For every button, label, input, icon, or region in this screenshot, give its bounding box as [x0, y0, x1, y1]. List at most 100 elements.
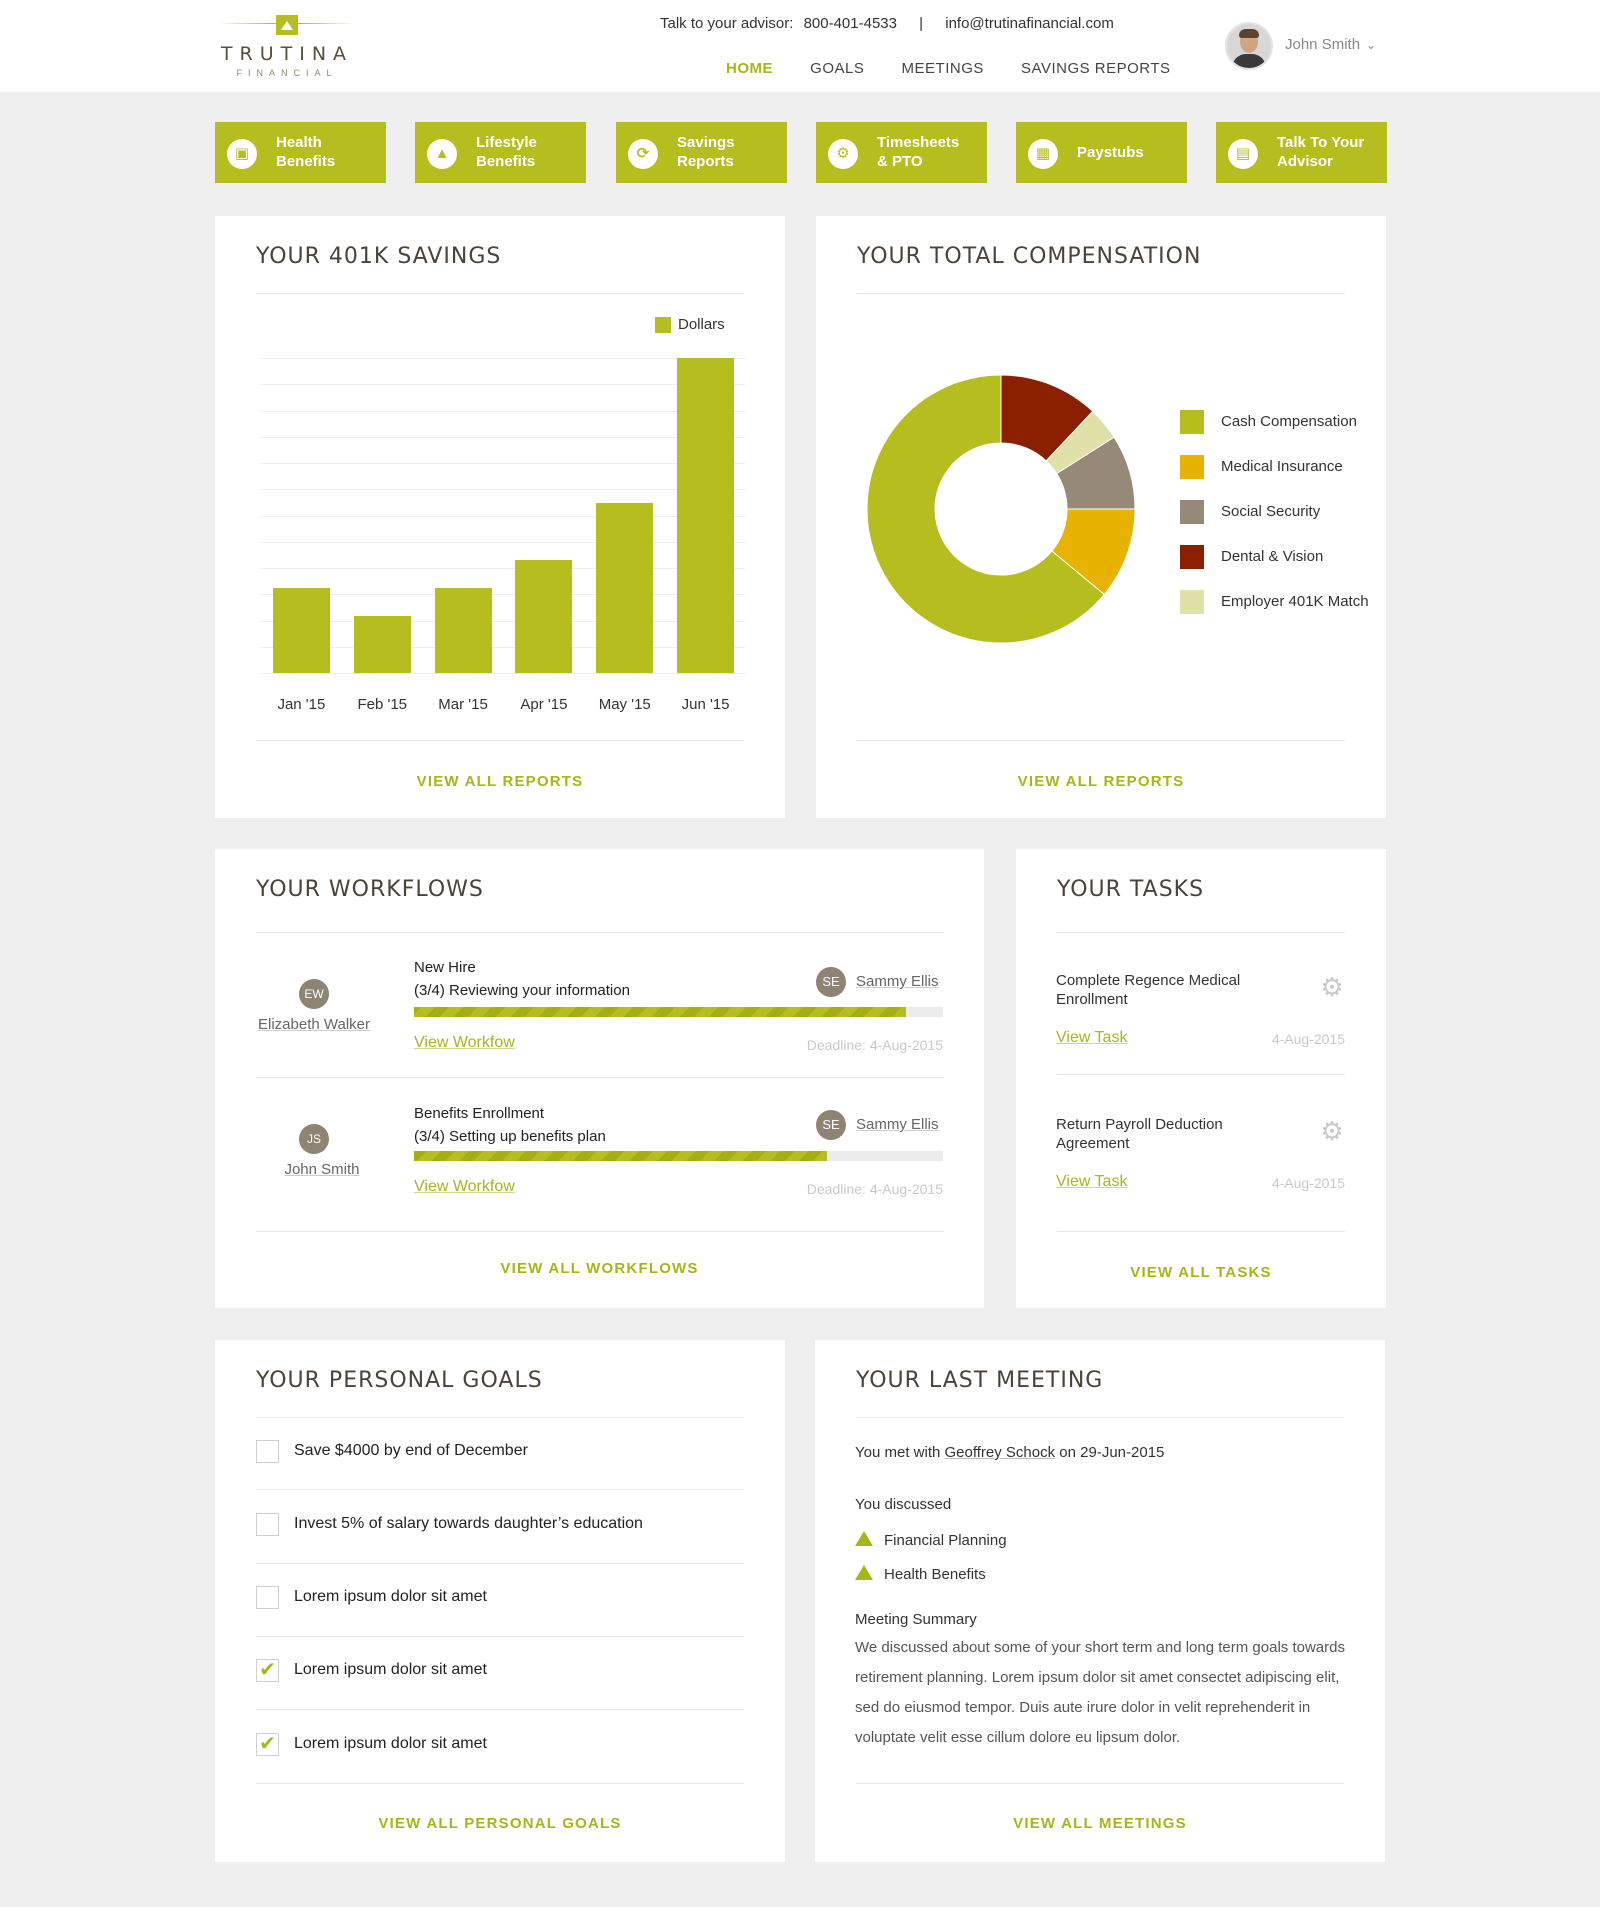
view-all-tasks-link[interactable]: VIEW ALL TASKS: [1016, 1264, 1386, 1281]
bar[interactable]: [272, 587, 330, 673]
grid-line: [260, 384, 745, 386]
nav-goals[interactable]: GOALS: [810, 60, 864, 77]
contact-separator: |: [919, 15, 924, 32]
refresh-icon: ⟳: [628, 139, 658, 169]
divider: [856, 1783, 1344, 1784]
user-name[interactable]: John Smith: [1285, 36, 1376, 53]
bar[interactable]: [596, 502, 654, 673]
progress-fill: [414, 1151, 827, 1161]
bar[interactable]: [353, 616, 411, 673]
bar[interactable]: [677, 358, 735, 673]
legend-swatch: [1180, 500, 1204, 524]
view-all-meetings-link[interactable]: VIEW ALL MEETINGS: [815, 1815, 1385, 1832]
avatar: SE: [816, 967, 846, 997]
meeting-summary: We discussed about some of your short te…: [855, 1639, 1345, 1746]
paystub-icon: ▦: [1028, 139, 1058, 169]
avatar: SE: [816, 1110, 846, 1140]
discussed-label: You discussed: [855, 1496, 952, 1513]
divider: [256, 932, 944, 933]
triangle-bullet-icon: [855, 1531, 873, 1546]
task-date: 4-Aug-2015: [1271, 1175, 1345, 1191]
view-workflow-link[interactable]: View Workfow: [414, 1034, 515, 1052]
x-tick-label: Jun '15: [681, 696, 730, 713]
divider: [1057, 1231, 1345, 1232]
legend-swatch: [1180, 455, 1204, 479]
grid-line: [260, 594, 745, 596]
nav-savings-reports[interactable]: SAVINGS REPORTS: [1021, 60, 1170, 77]
legend-swatch: [1180, 410, 1204, 434]
divider: [1057, 1074, 1345, 1075]
tasks-panel: YOUR TASKS Complete Regence Medical Enro…: [1016, 849, 1386, 1308]
grid-line: [260, 646, 745, 648]
logo-mark-icon: [276, 15, 298, 35]
quick-link-lifestyle-benefits[interactable]: ▲ Lifestyle Benefits: [415, 122, 586, 183]
gear-icon[interactable]: ⚙: [1319, 1118, 1345, 1144]
x-tick-label: Mar '15: [438, 696, 488, 713]
workflow-person[interactable]: John Smith: [252, 1161, 392, 1178]
advisor-phone[interactable]: 800-401-4533: [804, 15, 897, 32]
gear-icon[interactable]: ⚙: [1319, 974, 1345, 1000]
quick-link-talk-to-advisor[interactable]: ▤ Talk To Your Advisor: [1216, 122, 1387, 183]
legend-label: Dollars: [678, 316, 725, 333]
task-date: 4-Aug-2015: [1271, 1031, 1345, 1047]
x-tick-label: Jan '15: [277, 696, 326, 713]
workflow-deadline: Deadline: 4-Aug-2015: [806, 1037, 943, 1053]
quick-link-label: Savings Reports: [677, 134, 735, 170]
view-task-link[interactable]: View Task: [1056, 1029, 1127, 1047]
user-avatar[interactable]: [1225, 22, 1273, 70]
view-task-link[interactable]: View Task: [1056, 1173, 1127, 1191]
quick-link-timesheets[interactable]: ⚙ Timesheets & PTO: [816, 122, 987, 183]
view-all-workflows-link[interactable]: VIEW ALL WORKFLOWS: [215, 1260, 984, 1277]
goal-checkbox-checked[interactable]: ✔: [256, 1659, 279, 1682]
divider: [857, 740, 1345, 741]
panel-title: YOUR TASKS: [1057, 877, 1205, 902]
document-icon: ▤: [1228, 139, 1258, 169]
divider: [256, 1783, 744, 1784]
view-all-goals-link[interactable]: VIEW ALL PERSONAL GOALS: [215, 1815, 785, 1832]
meeting-person[interactable]: Geoffrey Schock: [945, 1444, 1056, 1461]
nav-home[interactable]: HOME: [726, 60, 773, 77]
view-workflow-link[interactable]: View Workfow: [414, 1178, 515, 1196]
workflow-step: (3/4) Setting up benefits plan: [414, 1128, 606, 1145]
nav-meetings[interactable]: MEETINGS: [902, 60, 984, 77]
quick-link-label: Talk To Your Advisor: [1277, 134, 1365, 170]
meeting-panel: YOUR LAST MEETING You met with Geoffrey …: [815, 1340, 1385, 1862]
contact-info: Talk to your advisor: 800-401-4533 | inf…: [660, 15, 1114, 32]
grid-line: [260, 463, 745, 464]
divider: [1057, 932, 1345, 933]
assignee-name[interactable]: Sammy Ellis: [856, 973, 939, 990]
quick-link-paystubs[interactable]: ▦ Paystubs: [1016, 122, 1187, 183]
compensation-panel: YOUR TOTAL COMPENSATION Cash Compensatio…: [816, 216, 1386, 818]
task-title: Return Payroll Deduction Agreement: [1056, 1116, 1223, 1152]
advisor-label: Talk to your advisor:: [660, 15, 794, 32]
quick-link-savings-reports[interactable]: ⟳ Savings Reports: [616, 122, 787, 183]
goal-checkbox-checked[interactable]: ✔: [256, 1733, 279, 1756]
bar[interactable]: [434, 587, 492, 673]
grid-line: [260, 620, 745, 622]
grid-line: [260, 568, 745, 569]
view-all-reports-link[interactable]: VIEW ALL REPORTS: [215, 773, 785, 790]
view-all-reports-link[interactable]: VIEW ALL REPORTS: [816, 773, 1386, 790]
goal-text: Invest 5% of salary towards daughter’s e…: [294, 1515, 643, 1532]
legend-swatch: [1180, 545, 1204, 569]
panel-title: YOUR TOTAL COMPENSATION: [857, 244, 1202, 269]
gear-icon: ⚙: [828, 139, 858, 169]
quick-link-health-benefits[interactable]: ▣ Health Benefits: [215, 122, 386, 183]
divider: [256, 1489, 744, 1490]
advisor-email[interactable]: info@trutinafinancial.com: [945, 15, 1114, 32]
avatar: EW: [299, 979, 329, 1009]
workflow-title: New Hire: [414, 959, 476, 976]
workflow-person[interactable]: Elizabeth Walker: [244, 1016, 384, 1033]
tree-icon: ▲: [427, 139, 457, 169]
chat-icon: ▣: [227, 139, 257, 169]
assignee-name[interactable]: Sammy Ellis: [856, 1116, 939, 1133]
savings-panel: YOUR 401K SAVINGS Dollars Jan '15 Feb '15 M…: [215, 216, 785, 818]
quick-link-label: Health Benefits: [276, 134, 336, 170]
meeting-topic: Health Benefits: [884, 1566, 986, 1583]
goal-checkbox[interactable]: [256, 1586, 279, 1609]
bar[interactable]: [515, 559, 573, 673]
goal-checkbox[interactable]: [256, 1513, 279, 1536]
goal-checkbox[interactable]: [256, 1440, 279, 1463]
avatar: JS: [299, 1124, 329, 1154]
brand-logo[interactable]: TRUTINA FINANCIAL: [214, 10, 360, 80]
